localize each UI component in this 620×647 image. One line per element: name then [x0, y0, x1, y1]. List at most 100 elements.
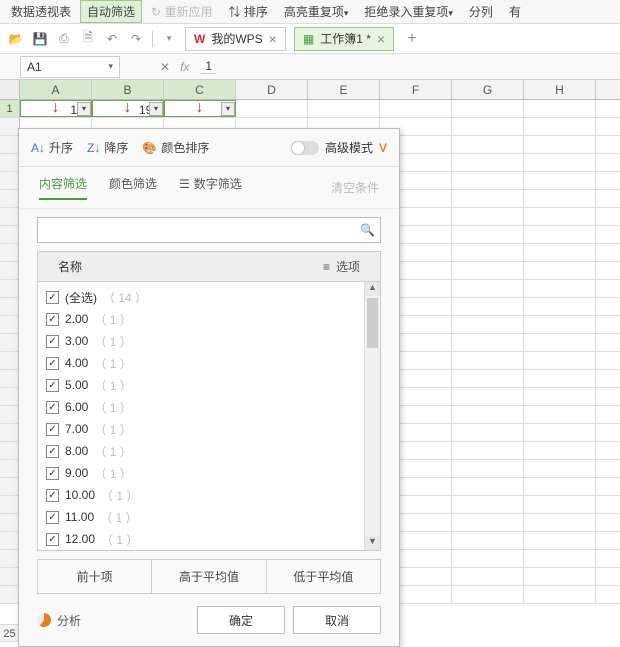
filter-search-input[interactable] — [37, 217, 381, 243]
cell[interactable] — [452, 478, 524, 495]
row-header[interactable] — [0, 586, 20, 603]
filter-item-selectall[interactable]: ✓ (全选) （ 14 ） — [46, 286, 372, 308]
checkbox-icon[interactable]: ✓ — [46, 423, 59, 436]
filter-item[interactable]: ✓2.00 （ 1 ） — [46, 308, 372, 330]
cell[interactable] — [452, 280, 524, 297]
cell[interactable] — [452, 244, 524, 261]
row-header[interactable] — [0, 154, 20, 171]
cell[interactable] — [452, 316, 524, 333]
cell[interactable] — [452, 424, 524, 441]
col-header-E[interactable]: E — [308, 80, 380, 99]
tab-number-filter[interactable]: ☰数字筛选 — [179, 175, 242, 200]
close-icon[interactable]: × — [269, 31, 277, 47]
cell[interactable] — [524, 262, 596, 279]
row-header[interactable]: 1 — [0, 100, 20, 117]
more-button[interactable]: 有 — [502, 0, 528, 23]
row-header[interactable] — [0, 118, 20, 135]
cell[interactable] — [524, 244, 596, 261]
cell[interactable] — [524, 172, 596, 189]
scroll-down-icon[interactable]: ▼ — [365, 536, 380, 550]
cell[interactable] — [524, 514, 596, 531]
cancel-formula-icon[interactable]: ✕ — [160, 60, 170, 74]
tab-content-filter[interactable]: 内容筛选 — [39, 175, 87, 200]
row-header[interactable] — [0, 208, 20, 225]
cell[interactable] — [524, 586, 596, 603]
above-average-button[interactable]: 高于平均值 — [152, 560, 266, 593]
checkbox-icon[interactable]: ✓ — [46, 511, 59, 524]
cell[interactable] — [524, 118, 596, 135]
row-header[interactable] — [0, 352, 20, 369]
cell[interactable] — [452, 136, 524, 153]
tab-workbook[interactable]: ▦ 工作簿1 * × — [294, 27, 394, 51]
print-preview-icon[interactable]: 🗎 — [80, 31, 96, 47]
checkbox-icon[interactable]: ✓ — [46, 467, 59, 480]
cell[interactable] — [452, 154, 524, 171]
row-header[interactable] — [0, 136, 20, 153]
row-header[interactable] — [0, 316, 20, 333]
col-header-H[interactable]: H — [524, 80, 596, 99]
tab-mywps[interactable]: W 我的WPS × — [185, 27, 286, 51]
print-icon[interactable]: ⎙ — [56, 31, 72, 47]
cell[interactable] — [524, 370, 596, 387]
cell[interactable] — [452, 442, 524, 459]
filter-item[interactable]: ✓12.00 （ 1 ） — [46, 528, 372, 550]
cell[interactable] — [452, 370, 524, 387]
col-header-B[interactable]: B↓ — [92, 80, 164, 99]
highlight-duplicates-button[interactable]: 高亮重复项▾ — [277, 0, 356, 23]
scroll-thumb[interactable] — [367, 298, 378, 348]
cell[interactable] — [452, 118, 524, 135]
cell[interactable] — [452, 586, 524, 603]
cell[interactable] — [524, 334, 596, 351]
col-header-F[interactable]: F — [380, 80, 452, 99]
advanced-mode-toggle[interactable] — [291, 141, 319, 155]
sort-asc-button[interactable]: A↓升序 — [31, 139, 73, 156]
save-icon[interactable]: 💾 — [32, 31, 48, 47]
tab-color-filter[interactable]: 颜色筛选 — [109, 175, 157, 200]
row-header[interactable] — [0, 478, 20, 495]
row-header[interactable] — [0, 280, 20, 297]
formula-input[interactable]: 1 — [201, 59, 216, 74]
select-all-corner[interactable] — [0, 80, 20, 99]
cell[interactable] — [452, 460, 524, 477]
filter-item[interactable]: ✓3.00 （ 1 ） — [46, 330, 372, 352]
row-header[interactable] — [0, 370, 20, 387]
cell[interactable] — [524, 496, 596, 513]
cell[interactable] — [452, 298, 524, 315]
open-icon[interactable]: 📂 — [8, 31, 24, 47]
cell[interactable] — [452, 406, 524, 423]
cell-A1[interactable]: 1.0▾ — [20, 100, 92, 117]
sort-button[interactable]: ⇅ 排序 — [221, 0, 274, 23]
cell[interactable] — [524, 442, 596, 459]
checkbox-icon[interactable]: ✓ — [46, 313, 59, 326]
row-header[interactable] — [0, 388, 20, 405]
col-header-D[interactable]: D — [236, 80, 308, 99]
row-header[interactable] — [0, 262, 20, 279]
filter-item[interactable]: ✓5.00 （ 1 ） — [46, 374, 372, 396]
row-header[interactable] — [0, 442, 20, 459]
vertical-scrollbar[interactable]: ▲ ▼ — [364, 282, 380, 550]
checkbox-icon[interactable]: ✓ — [46, 291, 59, 304]
row-header[interactable] — [0, 532, 20, 549]
cell[interactable] — [524, 280, 596, 297]
options-icon[interactable]: ≡ — [323, 260, 330, 274]
row-header[interactable] — [0, 244, 20, 261]
filter-item[interactable]: ✓7.00 （ 1 ） — [46, 418, 372, 440]
cell[interactable] — [524, 190, 596, 207]
row-header[interactable] — [0, 496, 20, 513]
col-header-G[interactable]: G — [452, 80, 524, 99]
filter-item[interactable]: ✓9.00 （ 1 ） — [46, 462, 372, 484]
cell[interactable] — [524, 532, 596, 549]
text-to-columns-button[interactable]: 分列 — [462, 0, 500, 23]
checkbox-icon[interactable]: ✓ — [46, 489, 59, 502]
cell[interactable] — [452, 262, 524, 279]
row-header[interactable] — [0, 406, 20, 423]
checkbox-icon[interactable]: ✓ — [46, 357, 59, 370]
cell-B1[interactable]: 199▾ — [92, 100, 164, 117]
ok-button[interactable]: 确定 — [197, 606, 285, 634]
reapply-button[interactable]: ↻ 重新应用 — [144, 0, 219, 23]
filter-dropdown-icon[interactable]: ▾ — [149, 102, 163, 116]
scroll-up-icon[interactable]: ▲ — [365, 282, 380, 296]
pivot-table-button[interactable]: 数据透视表 — [4, 0, 78, 23]
cell[interactable] — [524, 568, 596, 585]
cell[interactable] — [452, 100, 524, 117]
